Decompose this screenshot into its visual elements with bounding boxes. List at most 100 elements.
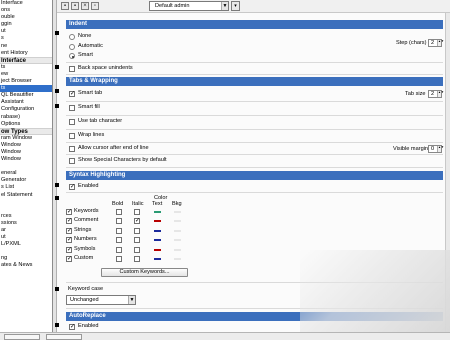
tree-item[interactable]: Window	[0, 149, 52, 156]
tree-item[interactable]: ut	[0, 234, 52, 241]
indent-smart-radio[interactable]	[69, 53, 75, 59]
show-special-checkbox[interactable]	[69, 158, 75, 164]
text-color-swatch[interactable]	[154, 248, 161, 251]
keyword-case-select[interactable]: Unchanged ▼	[66, 295, 136, 305]
tree-group-label[interactable]: ow Types	[0, 127, 52, 135]
wrap-lines-checkbox[interactable]	[69, 133, 75, 139]
tree-item[interactable]	[0, 206, 52, 213]
scheme-menu-button[interactable]: ▾	[231, 1, 240, 11]
syntax-item-checkbox[interactable]: ✓	[66, 256, 72, 262]
bold-checkbox[interactable]	[116, 237, 122, 244]
bold-checkbox[interactable]	[116, 209, 122, 215]
syntax-item-checkbox[interactable]: ✓	[66, 246, 72, 253]
visible-margin-spinner[interactable]: 0 ▲▼	[428, 145, 444, 153]
tree-item[interactable]: ons	[0, 7, 52, 14]
italic-checkbox[interactable]	[134, 256, 140, 262]
tree-item[interactable]: ew	[0, 71, 52, 78]
ok-button[interactable]	[4, 334, 40, 340]
italic-header: Italic	[132, 201, 144, 207]
tree-item[interactable]: ar	[0, 227, 52, 234]
text-color-swatch[interactable]	[154, 258, 161, 260]
tab-size-value: 2	[431, 91, 435, 97]
cancel-button[interactable]	[46, 334, 82, 340]
bkg-color-swatch[interactable]	[174, 211, 181, 213]
tree-item[interactable]: ng	[0, 255, 52, 262]
cursor-eol-checkbox[interactable]	[69, 146, 75, 152]
syntax-item-checkbox[interactable]: ✓	[66, 209, 72, 215]
save-icon[interactable]: ▪	[61, 2, 69, 10]
tree-item[interactable]	[0, 199, 52, 206]
smart-fill-checkbox[interactable]	[69, 105, 75, 111]
indent-none-radio[interactable]	[69, 34, 75, 40]
tree-item[interactable]: ram Window	[0, 135, 52, 142]
bkg-color-swatch[interactable]	[174, 220, 181, 223]
tree-item[interactable]: ouble	[0, 14, 52, 21]
bkg-color-swatch[interactable]	[174, 239, 181, 242]
autoreplace-enabled-checkbox[interactable]: ✓	[69, 324, 75, 330]
tree-item[interactable]	[0, 163, 52, 170]
tree-item[interactable]: Assistant	[0, 99, 52, 106]
text-color-swatch[interactable]	[154, 229, 161, 232]
scheme-select[interactable]: Default admin ▼	[149, 1, 229, 11]
smart-tab-checkbox[interactable]: ✓	[69, 91, 75, 97]
indent-automatic-radio[interactable]	[69, 44, 75, 50]
italic-checkbox[interactable]	[134, 209, 140, 215]
syntax-item-checkbox[interactable]: ✓	[66, 227, 72, 234]
bold-checkbox[interactable]	[116, 218, 122, 225]
tree-item[interactable]	[0, 248, 52, 255]
tree-item[interactable]: Window	[0, 156, 52, 163]
tree-item[interactable]: L/PXML	[0, 241, 52, 248]
tree-item[interactable]: Options	[0, 121, 52, 128]
tree-item[interactable]: ne	[0, 43, 52, 50]
options-tree[interactable]: Interface ons ouble ggin ut s ne ent History Int…	[0, 0, 53, 332]
tree-item[interactable]: rabase)	[0, 114, 52, 121]
tree-item[interactable]: ts	[0, 85, 52, 93]
tree-item[interactable]: eneral	[0, 170, 52, 177]
text-color-swatch[interactable]	[154, 220, 161, 223]
syntax-item-label: Custom	[74, 255, 94, 261]
use-tab-checkbox[interactable]	[69, 119, 75, 125]
tree-item[interactable]: rces	[0, 213, 52, 220]
syntax-enabled-label: Enabled	[78, 183, 99, 189]
tree-item[interactable]: ts	[0, 64, 52, 71]
tree-group-label[interactable]: Interface	[0, 56, 52, 64]
bold-checkbox[interactable]	[116, 246, 122, 253]
italic-checkbox[interactable]	[134, 237, 140, 244]
syntax-enabled-checkbox[interactable]: ✓	[69, 184, 75, 190]
italic-checkbox[interactable]: ✓	[134, 218, 140, 225]
bkg-color-swatch[interactable]	[174, 248, 181, 251]
tree-item[interactable]: ssions	[0, 220, 52, 227]
text-color-swatch[interactable]	[154, 239, 161, 242]
tree-item[interactable]: ject Browser	[0, 78, 52, 85]
bkg-color-swatch[interactable]	[174, 229, 181, 232]
bold-checkbox[interactable]	[116, 227, 122, 234]
folder-icon[interactable]: ▪	[71, 2, 79, 10]
tree-item[interactable]: QL Beautifier	[0, 92, 52, 99]
tree-item[interactable]: s List	[0, 184, 52, 191]
smart-tab-row: ✓ Smart tab Tab size 2 ▲▼	[55, 87, 444, 102]
tree-item[interactable]: Configuration	[0, 106, 52, 113]
backspace-checkbox[interactable]	[69, 66, 75, 72]
syntax-item-checkbox[interactable]: ✓	[66, 237, 72, 244]
text-color-swatch[interactable]	[154, 211, 161, 213]
tree-item[interactable]: ut	[0, 28, 52, 35]
tree-item[interactable]: s	[0, 35, 52, 42]
tree-item[interactable]: Interface	[0, 0, 52, 7]
tree-item[interactable]: ent History	[0, 50, 52, 57]
copy-icon[interactable]: ▫	[91, 2, 99, 10]
step-spinner[interactable]: 2 ▲▼	[428, 39, 444, 47]
custom-keywords-button[interactable]: Custom Keywords...	[101, 268, 188, 277]
tree-item[interactable]: Generator	[0, 177, 52, 184]
italic-checkbox[interactable]	[134, 227, 140, 234]
tree-item[interactable]: ggin	[0, 21, 52, 28]
tab-size-spinner[interactable]: 2 ▲▼	[428, 90, 444, 98]
bold-checkbox[interactable]	[116, 256, 122, 262]
tree-item[interactable]: Window	[0, 142, 52, 149]
italic-checkbox[interactable]	[134, 246, 140, 253]
tree-item[interactable]: ates & News	[0, 262, 52, 269]
tree-item[interactable]: el Statement	[0, 192, 52, 199]
bkg-color-swatch[interactable]	[174, 258, 181, 260]
syntax-item-label: Symbols	[74, 245, 96, 252]
syntax-item-checkbox[interactable]: ✓	[66, 218, 72, 225]
delete-icon[interactable]: ×	[81, 2, 89, 10]
